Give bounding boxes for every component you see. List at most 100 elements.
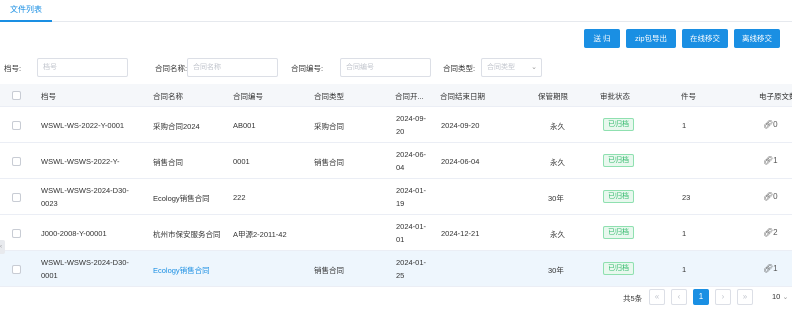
row-checkbox[interactable] xyxy=(12,229,21,238)
contract-no: AB001 xyxy=(233,121,256,130)
start-date-line2: 01 xyxy=(396,235,405,244)
retention-period: 30年 xyxy=(548,194,564,203)
col-contract-type: 合同类型 xyxy=(314,92,344,101)
file-count: 1 xyxy=(773,156,778,165)
start-date-line2: 20 xyxy=(396,127,405,136)
tab-bar: 文件列表 xyxy=(0,0,792,22)
col-contract-no: 合同编号 xyxy=(233,92,263,101)
attachment-link[interactable]: 🔗︎0 xyxy=(763,192,778,201)
archive-no-input[interactable]: 档号 xyxy=(37,58,128,77)
zip-export-button[interactable]: zip包导出 xyxy=(626,29,676,48)
contract-name-input[interactable]: 合同名称 xyxy=(187,58,278,77)
chevron-down-icon: ⌄ xyxy=(782,294,789,301)
paperclip-icon: 🔗︎ xyxy=(763,192,774,201)
item-no: 1 xyxy=(682,229,687,238)
contract-type-select[interactable]: 合同类型 ⌄ xyxy=(481,58,542,77)
contract-type: 销售合同 xyxy=(314,158,344,167)
contract-type-placeholder: 合同类型 xyxy=(487,64,515,71)
status-badge: 已归档 xyxy=(603,226,634,239)
table-row[interactable]: WSWL-WSWS-2022-Y- 销售合同 0001 销售合同 2024-06… xyxy=(0,143,792,179)
page-size-value: 10 xyxy=(772,292,781,301)
offline-transfer-button[interactable]: 离线移交 xyxy=(734,29,780,48)
retention-period: 永久 xyxy=(550,230,565,239)
col-item-no: 件号 xyxy=(681,92,696,101)
page-1-button[interactable]: 1 xyxy=(693,289,709,305)
contract-name-link[interactable]: Ecology销售合同 xyxy=(153,265,210,276)
item-no: 1 xyxy=(682,265,687,274)
file-count: 0 xyxy=(773,120,778,129)
retention-period: 30年 xyxy=(548,266,564,275)
contract-no: A甲源2-2011-42 xyxy=(233,230,287,239)
start-date-line1: 2024-01- xyxy=(396,222,427,231)
paperclip-icon: 🔗︎ xyxy=(763,264,774,273)
contract-name: 采购合同2024 xyxy=(153,122,200,131)
row-checkbox[interactable] xyxy=(12,193,21,202)
paperclip-icon: 🔗︎ xyxy=(763,156,774,165)
col-contract-end: 合同结束日期 xyxy=(440,92,485,101)
archive-no: J000-2008-Y-00001 xyxy=(41,229,107,238)
toolbar: 送 归 zip包导出 在线移交 离线移交 xyxy=(584,29,786,48)
archive-no-line2: 0023 xyxy=(41,199,58,208)
col-contract-name: 合同名称 xyxy=(153,92,183,101)
retention-period: 永久 xyxy=(550,158,565,167)
attachment-link[interactable]: 🔗︎1 xyxy=(763,264,778,273)
row-checkbox[interactable] xyxy=(12,121,21,130)
row-checkbox[interactable] xyxy=(12,157,21,166)
total-count: 共5条 xyxy=(623,294,643,303)
status-badge: 已归档 xyxy=(603,154,634,167)
contract-type: 销售合同 xyxy=(314,266,344,275)
online-transfer-button[interactable]: 在线移交 xyxy=(682,29,728,48)
filter-bar: 档号: 档号 合同名称: 合同名称 合同编号: 合同编号 合同类型: 合同类型 … xyxy=(0,58,792,78)
contract-name: 杭州市保安服务合同 xyxy=(153,230,221,239)
last-page-button[interactable]: » xyxy=(737,289,753,305)
pagination: 共5条 « ‹ 1 › » 10 ⌄ xyxy=(0,289,792,306)
table-row[interactable]: WSWL-WSWS-2024-D30- 0023 Ecology销售合同 222… xyxy=(0,179,792,215)
page-size-select[interactable]: 10 ⌄ xyxy=(768,289,792,305)
table-row[interactable]: WSWL-WSWS-2024-D30- 0001 Ecology销售合同 销售合… xyxy=(0,251,792,287)
attachment-link[interactable]: 🔗︎0 xyxy=(763,120,778,129)
chevron-down-icon: ⌄ xyxy=(531,64,537,71)
archive-no: WSWL-WSWS-2022-Y- xyxy=(41,157,120,166)
next-page-button[interactable]: › xyxy=(715,289,731,305)
file-count: 2 xyxy=(773,228,778,237)
first-page-button[interactable]: « xyxy=(649,289,665,305)
row-checkbox[interactable] xyxy=(12,265,21,274)
table-row[interactable]: J000-2008-Y-00001 杭州市保安服务合同 A甲源2-2011-42… xyxy=(0,215,792,251)
item-no: 1 xyxy=(682,121,687,130)
attachment-link[interactable]: 🔗︎1 xyxy=(763,156,778,165)
start-date-line1: 2024-01- xyxy=(396,186,427,195)
status-badge: 已归档 xyxy=(603,190,634,203)
contract-no-label: 合同编号: xyxy=(291,64,324,73)
col-approval-status: 审批状态 xyxy=(600,92,630,101)
tab-file-list[interactable]: 文件列表 xyxy=(0,0,52,22)
start-date-line2: 25 xyxy=(396,271,405,280)
contract-type-label: 合同类型: xyxy=(443,64,476,73)
start-date-line1: 2024-09- xyxy=(396,114,427,123)
table-header: 档号 合同名称 合同编号 合同类型 合同开... 合同结束日期 保管期限 审批状… xyxy=(0,84,792,107)
status-badge: 已归档 xyxy=(603,262,634,275)
item-no: 23 xyxy=(682,193,691,202)
contract-no-input[interactable]: 合同编号 xyxy=(340,58,431,77)
archive-no-label: 档号: xyxy=(4,64,22,73)
archive-button[interactable]: 送 归 xyxy=(584,29,620,48)
col-archive-no: 档号 xyxy=(41,92,56,101)
archive-no-line1: WSWL-WSWS-2024-D30- xyxy=(41,258,129,267)
attachment-link[interactable]: 🔗︎2 xyxy=(763,228,778,237)
col-contract-start: 合同开... xyxy=(395,92,424,101)
end-date: 2024-06-04 xyxy=(441,157,480,166)
archive-no: WSWL-WS-2022-Y-0001 xyxy=(41,121,125,130)
col-retention: 保管期限 xyxy=(538,92,568,101)
contract-no: 222 xyxy=(233,193,246,202)
contract-name: Ecology销售合同 xyxy=(153,194,210,203)
archive-no-line2: 0001 xyxy=(41,271,58,280)
table-row[interactable]: WSWL-WS-2022-Y-0001 采购合同2024 AB001 采购合同 … xyxy=(0,107,792,143)
contract-name-label: 合同名称: xyxy=(155,64,188,73)
paperclip-icon: 🔗︎ xyxy=(763,120,774,129)
select-all-checkbox[interactable] xyxy=(12,91,21,100)
start-date-line1: 2024-06- xyxy=(396,150,427,159)
prev-page-button[interactable]: ‹ xyxy=(671,289,687,305)
collapse-handle-icon[interactable]: ‹ xyxy=(0,240,5,254)
end-date: 2024-09-20 xyxy=(441,121,480,130)
start-date-line2: 04 xyxy=(396,163,405,172)
start-date-line2: 19 xyxy=(396,199,405,208)
